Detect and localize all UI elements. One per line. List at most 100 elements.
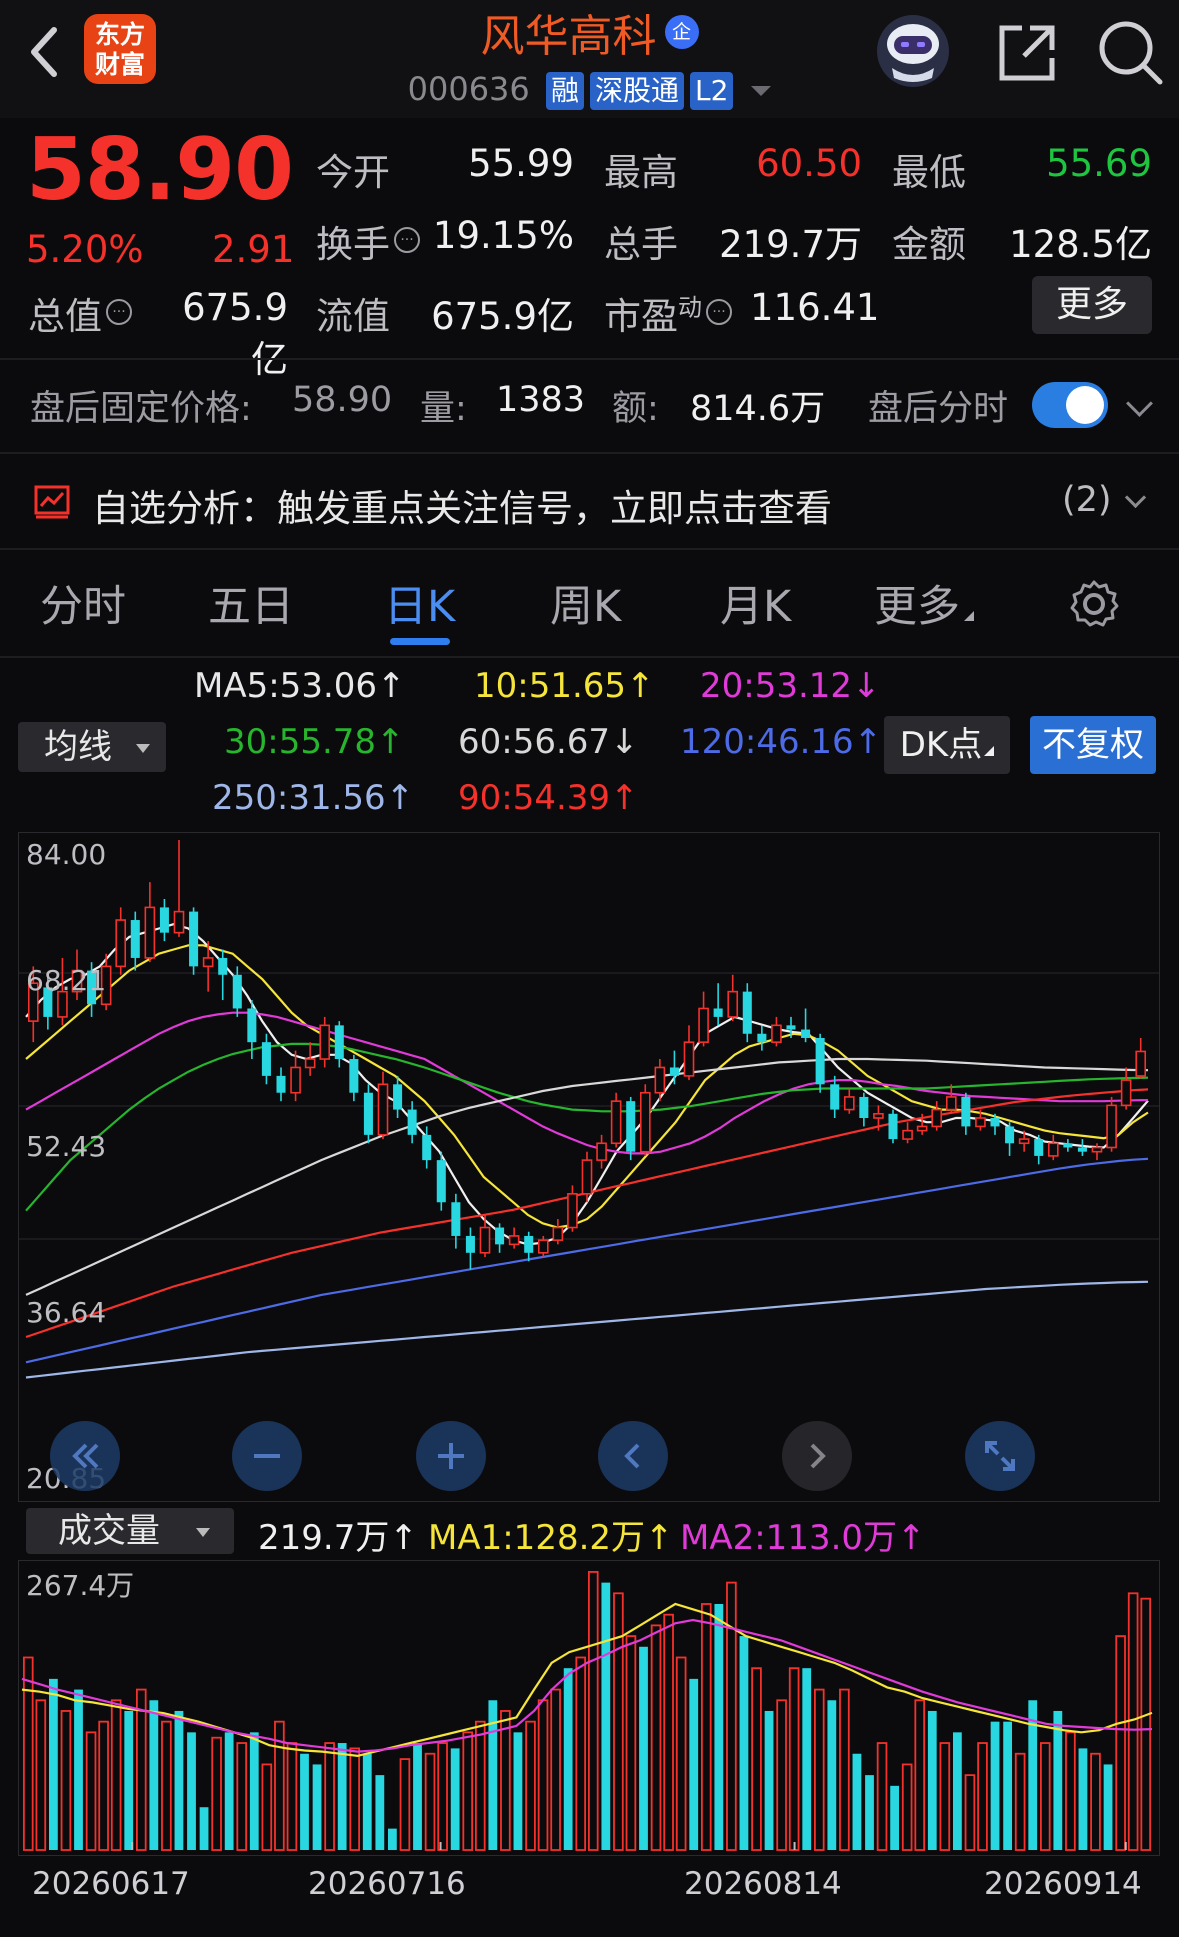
tab-five-day[interactable]: 五日 xyxy=(208,572,294,634)
tab-weekly-k[interactable]: 周K xyxy=(550,572,621,634)
chevron-down-icon[interactable] xyxy=(1126,390,1153,417)
volume-bar xyxy=(1003,1721,1013,1850)
candle xyxy=(873,1112,884,1119)
tab-more[interactable]: 更多 xyxy=(874,572,974,634)
indicator-dropdown[interactable]: 成交量 xyxy=(26,1508,234,1554)
volume-bar xyxy=(587,1571,599,1851)
volume-bar xyxy=(1103,1764,1113,1850)
volume-bar xyxy=(149,1700,159,1850)
dk-point-button[interactable]: DK点 xyxy=(884,716,1010,774)
volume-bar xyxy=(324,1742,335,1851)
candle xyxy=(115,919,127,968)
tab-monthly-k[interactable]: 月K xyxy=(720,572,791,634)
y-tick-label: 84.00 xyxy=(26,838,107,871)
fullscreen-icon[interactable] xyxy=(965,1421,1035,1491)
volume-bar xyxy=(726,1581,737,1851)
after-hours-vol: 1383 xyxy=(496,380,586,420)
analysis-text[interactable]: 自选分析：触发重点关注信号，立即点击查看 xyxy=(92,478,832,532)
divider xyxy=(0,656,1179,658)
candle xyxy=(727,990,739,1018)
zoom-out-icon[interactable] xyxy=(232,1421,302,1491)
info-dots-icon[interactable]: ··· xyxy=(706,298,732,325)
volume-bar xyxy=(199,1807,209,1850)
candle xyxy=(218,957,228,975)
volume-bar xyxy=(813,1688,825,1851)
volume-bar xyxy=(852,1753,862,1850)
scroll-right-icon[interactable] xyxy=(782,1421,852,1491)
candle xyxy=(713,1008,723,1017)
volume-bar xyxy=(601,1582,611,1850)
volume-bar xyxy=(236,1742,248,1851)
settings-gear-icon[interactable] xyxy=(1068,578,1120,634)
share-icon[interactable] xyxy=(994,20,1060,86)
candle xyxy=(683,1041,695,1077)
connect-tag: 深股通 xyxy=(589,72,684,110)
ma-type-dropdown[interactable]: 均线 xyxy=(18,722,166,772)
tab-daily-k[interactable]: 日K xyxy=(384,572,455,634)
low-label: 最低 xyxy=(892,151,966,194)
search-icon[interactable] xyxy=(1096,18,1164,86)
candle xyxy=(698,1007,709,1043)
candle xyxy=(626,1101,636,1152)
candle xyxy=(202,957,214,968)
candle xyxy=(1063,1143,1073,1148)
volume-bar xyxy=(914,1699,926,1851)
divider xyxy=(0,452,1179,454)
volume-chart[interactable] xyxy=(18,1560,1160,1856)
amount-label: 金额 xyxy=(892,223,966,266)
candle xyxy=(495,1227,505,1245)
volume-bar xyxy=(1014,1752,1026,1851)
candle xyxy=(451,1202,461,1236)
robot-assistant-icon[interactable] xyxy=(874,12,952,90)
chevron-down-icon[interactable] xyxy=(1124,486,1147,509)
scroll-left-icon[interactable] xyxy=(598,1421,668,1491)
volume-bar xyxy=(876,1742,888,1851)
open-value: 55.99 xyxy=(468,142,574,185)
after-hours-toggle[interactable] xyxy=(1032,382,1108,428)
analysis-count[interactable]: (2) xyxy=(1062,480,1112,520)
candle xyxy=(130,920,140,958)
tab-intraday[interactable]: 分时 xyxy=(40,572,126,634)
info-dots-icon[interactable]: ··· xyxy=(106,298,132,325)
enterprise-badge-icon: 企 xyxy=(664,15,699,49)
pe-value: 116.41 xyxy=(750,286,880,329)
y-tick-label: 267.4万 xyxy=(26,1569,135,1602)
scroll-to-start-icon[interactable] xyxy=(50,1421,120,1491)
volume-label: 总手 xyxy=(604,223,678,266)
volume-bar xyxy=(211,1736,222,1851)
vol-ma2-legend: MA2:113.0万↑ xyxy=(680,1518,926,1558)
volume-bar xyxy=(349,1747,361,1851)
more-button[interactable]: 更多 xyxy=(1032,276,1152,334)
candle xyxy=(173,910,185,934)
y-tick-label: 68.21 xyxy=(26,964,107,997)
kline-chart[interactable] xyxy=(18,832,1160,1502)
candle xyxy=(830,1084,840,1110)
volume-bar xyxy=(35,1699,47,1851)
zoom-in-icon[interactable] xyxy=(416,1421,486,1491)
ma30-legend: 30:55.78↑ xyxy=(224,722,405,762)
ma90-legend: 90:54.39↑ xyxy=(458,778,639,818)
volume-bar xyxy=(990,1721,1000,1850)
candle xyxy=(843,1096,855,1111)
divider xyxy=(0,548,1179,550)
no-adjust-button[interactable]: 不复权 xyxy=(1030,716,1156,774)
candle xyxy=(393,1084,403,1110)
volume-bar xyxy=(952,1732,962,1850)
volume-bar xyxy=(700,1603,712,1851)
volume-bar xyxy=(48,1678,58,1850)
candle xyxy=(261,1042,271,1076)
candle xyxy=(610,1100,622,1145)
volume-bar xyxy=(525,1720,536,1851)
volume-bar xyxy=(474,1720,486,1851)
chevron-down-icon[interactable] xyxy=(751,86,772,96)
candle xyxy=(247,1008,257,1043)
info-dots-icon[interactable]: ··· xyxy=(394,226,420,253)
volume-bar xyxy=(1078,1748,1088,1850)
volume-value: 219.7万 xyxy=(719,223,862,266)
divider xyxy=(0,358,1179,360)
candle xyxy=(742,991,752,1034)
open-label: 今开 xyxy=(316,151,390,194)
market-cap-value: 675.9亿 xyxy=(182,286,288,381)
volume-bar xyxy=(890,1785,900,1850)
candle xyxy=(931,1108,943,1128)
